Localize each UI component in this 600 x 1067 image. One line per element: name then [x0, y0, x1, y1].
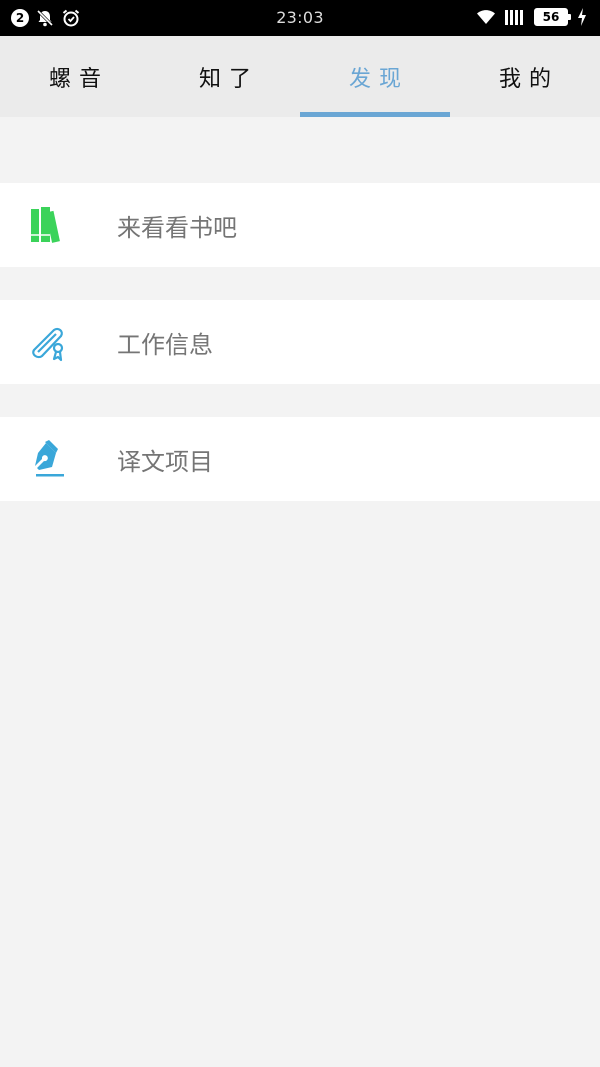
- menu-item-label: 译文项目: [117, 447, 213, 476]
- menu-item-work-info[interactable]: 工作信息: [0, 300, 600, 384]
- status-right: 56: [476, 7, 588, 27]
- tab-label: 发现: [348, 66, 409, 92]
- pen-nib-icon: [35, 440, 64, 477]
- tab-active-indicator: [300, 112, 450, 117]
- menu-item-translation-projects[interactable]: 译文项目: [0, 417, 600, 501]
- tab-label: 我的: [498, 66, 559, 92]
- status-bar: 2 23:03 56: [0, 0, 600, 36]
- tab-luoyin[interactable]: 螺音: [0, 36, 150, 117]
- tab-label: 螺音: [48, 66, 109, 92]
- tab-mine[interactable]: 我的: [450, 36, 600, 117]
- battery-icon: 56: [534, 8, 571, 26]
- diploma-icon: [32, 327, 64, 362]
- menu-item-label: 工作信息: [117, 330, 213, 359]
- menu-item-label: 来看看书吧: [117, 213, 237, 242]
- charging-icon: [578, 8, 586, 26]
- wifi-icon: [477, 10, 495, 24]
- tab-zhiliao[interactable]: 知了: [150, 36, 300, 117]
- signal-icon: [505, 10, 523, 25]
- tab-discover[interactable]: 发现: [300, 36, 450, 117]
- tab-label: 知了: [198, 66, 259, 92]
- tab-bar: 螺音 知了 发现 我的: [0, 36, 600, 117]
- books-icon: [31, 207, 60, 243]
- menu-item-books[interactable]: 来看看书吧: [0, 183, 600, 267]
